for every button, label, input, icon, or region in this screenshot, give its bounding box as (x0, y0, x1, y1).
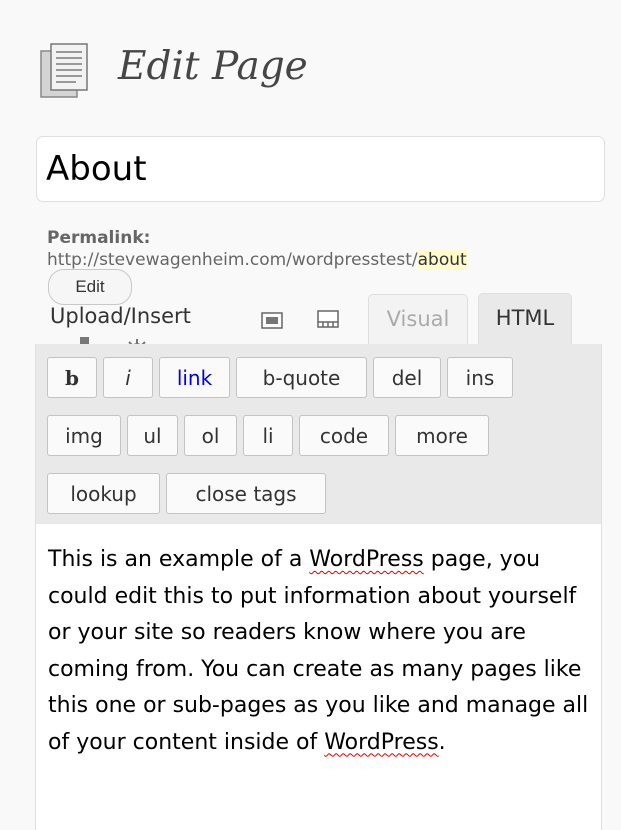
edit-slug-button[interactable]: Edit (48, 269, 132, 305)
upload-insert-label: Upload/Insert (50, 304, 191, 328)
title-input[interactable] (36, 136, 605, 202)
link-button[interactable]: link (159, 357, 230, 398)
blockquote-button[interactable]: b-quote (236, 357, 367, 398)
page-title: Edit Page (118, 44, 308, 89)
content-editor[interactable]: This is an example of a WordPress page, … (35, 524, 602, 830)
lookup-button[interactable]: lookup (47, 473, 160, 514)
ol-button[interactable]: ol (184, 415, 237, 456)
content-text: This is an example of a (48, 547, 310, 572)
close-tags-button[interactable]: close tags (166, 473, 326, 514)
content-text: page, you could edit this to put informa… (48, 547, 589, 755)
video-icon[interactable] (316, 308, 340, 330)
ins-button[interactable]: ins (447, 357, 513, 398)
page-icon (40, 43, 88, 98)
spellcheck-word: WordPress (324, 729, 439, 755)
tab-html[interactable]: HTML (478, 293, 572, 345)
spellcheck-word: WordPress (309, 547, 424, 572)
img-button[interactable]: img (47, 415, 121, 456)
permalink-slug[interactable]: about (417, 250, 467, 270)
del-button[interactable]: del (373, 357, 441, 398)
ul-button[interactable]: ul (127, 415, 178, 456)
content-text: . (438, 729, 446, 755)
permalink-label: Permalink: (47, 228, 151, 248)
more-button[interactable]: more (395, 415, 489, 456)
code-button[interactable]: code (299, 415, 389, 456)
image-icon[interactable] (260, 309, 284, 331)
bold-button[interactable]: b (47, 357, 97, 398)
tab-visual[interactable]: Visual (368, 294, 468, 345)
li-button[interactable]: li (243, 415, 293, 456)
permalink-url: http://stevewagenheim.com/wordpresstest/… (47, 250, 467, 270)
italic-button[interactable]: i (103, 357, 153, 398)
permalink-base: http://stevewagenheim.com/wordpresstest/ (47, 250, 418, 270)
